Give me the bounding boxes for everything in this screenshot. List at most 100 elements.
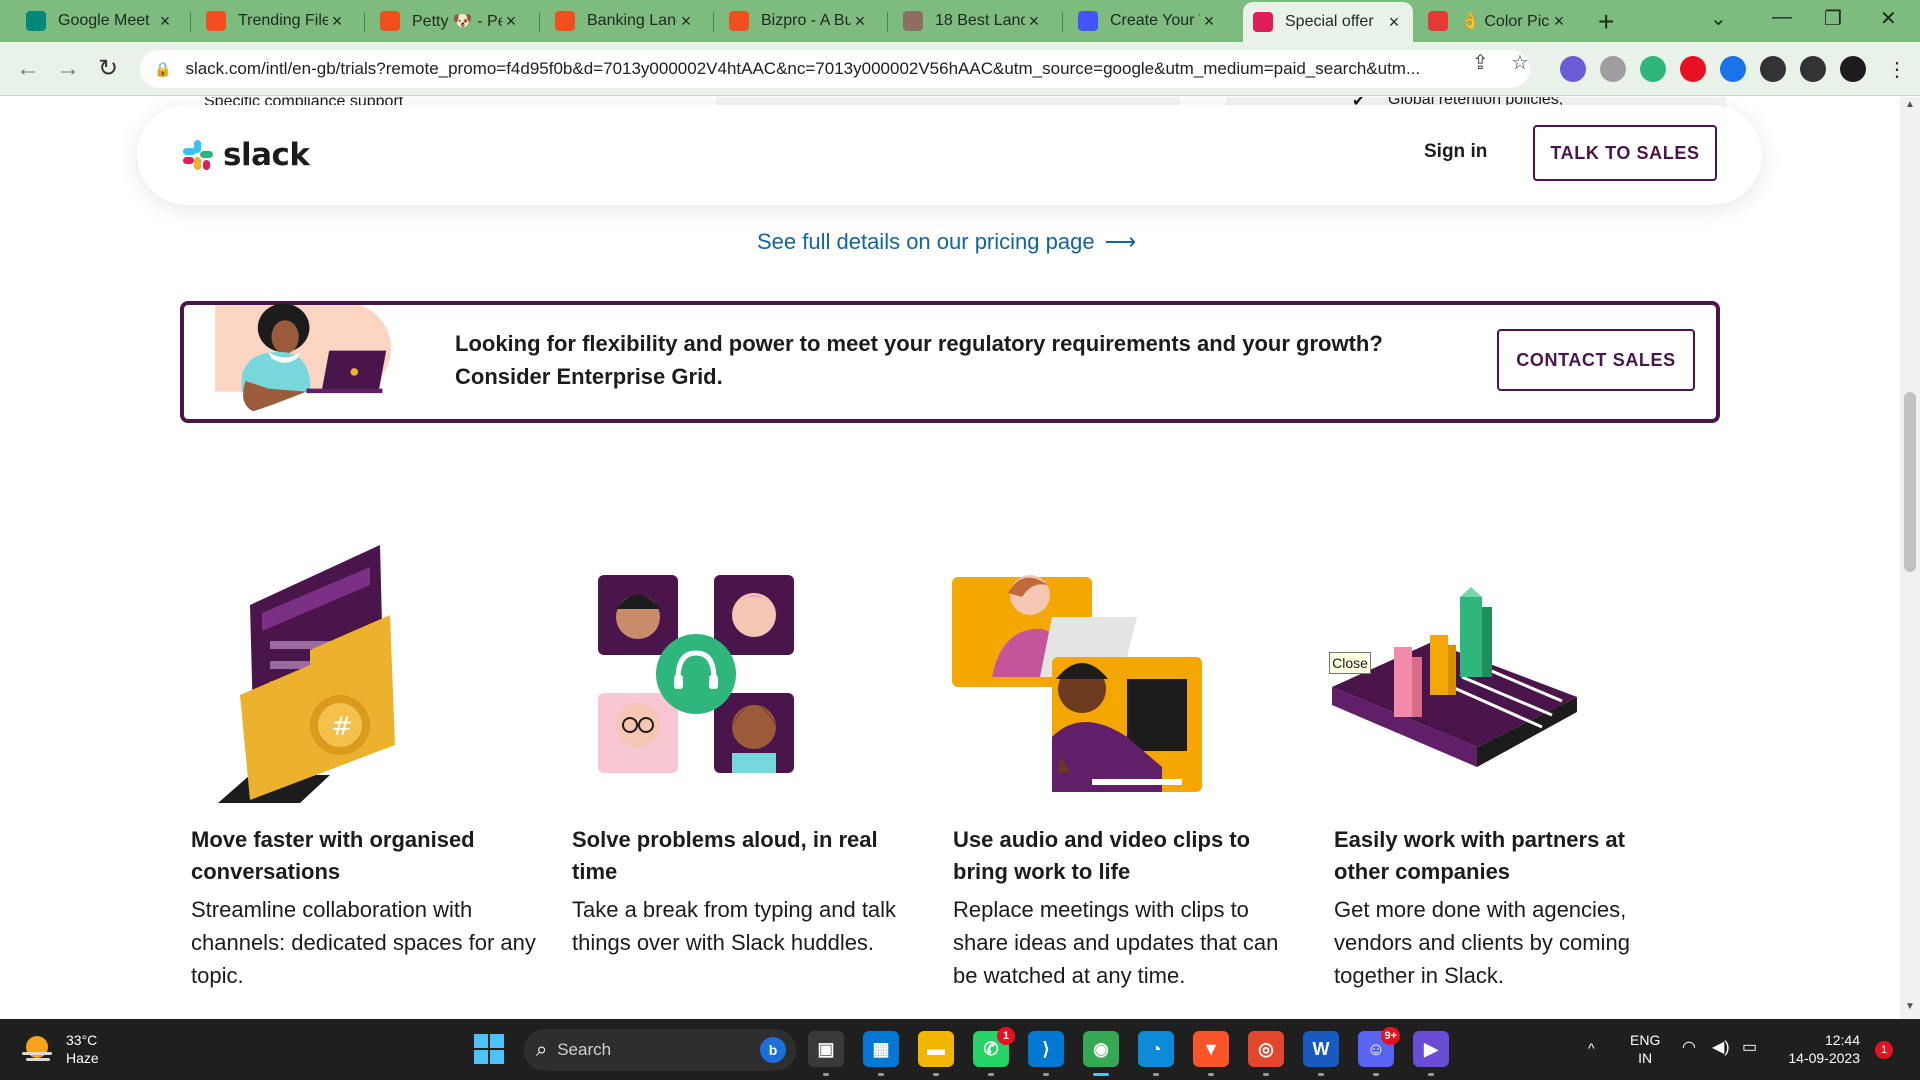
translate-icon[interactable] [1720, 56, 1746, 82]
clock-date: 14-09-2023 [1788, 1050, 1860, 1066]
tab-close-icon[interactable]: × [1025, 11, 1043, 32]
browser-tab[interactable]: Banking Land × [545, 4, 705, 38]
tab-search-button[interactable]: ⌄ [1710, 6, 1727, 31]
browser-tab[interactable]: Bizpro - A Bu × [719, 4, 879, 38]
browser-tab[interactable]: Petty 🐶 - Pe × [370, 4, 530, 38]
tab-close-icon[interactable]: × [502, 11, 520, 32]
slack-logo-icon [183, 140, 213, 170]
tab-close-icon[interactable]: × [1550, 11, 1568, 32]
tab-close-icon[interactable]: × [851, 11, 869, 32]
page-scrollbar[interactable]: ▲ ▼ [1900, 97, 1920, 1019]
address-bar[interactable]: 🔒 slack.com/intl/en-gb/trials?remote_pro… [140, 50, 1530, 88]
slack-logo[interactable]: slack [181, 137, 310, 173]
webflow-icon [1078, 11, 1098, 31]
scrollbar-thumb[interactable] [1904, 392, 1916, 572]
color-picker-icon [1428, 11, 1448, 31]
tab-title: Bizpro - A Bu [761, 12, 851, 29]
profile-avatar[interactable] [1840, 56, 1866, 82]
sidepanel-icon[interactable] [1800, 56, 1826, 82]
chrome-icon[interactable]: ◉ [1083, 1031, 1119, 1067]
app-badge: 9+ [1381, 1027, 1400, 1045]
feature-description: Take a break from typing and talk things… [572, 897, 897, 955]
microsoft-store-icon[interactable]: ▦ [863, 1031, 899, 1067]
brave-icon[interactable]: ▼ [1193, 1031, 1229, 1067]
volume-icon[interactable]: ◀) [1712, 1039, 1730, 1057]
tab-separator [190, 12, 191, 32]
notification-badge[interactable]: 1 [1875, 1041, 1893, 1059]
sign-in-link[interactable]: Sign in [1424, 141, 1487, 163]
minimize-button[interactable]: — [1772, 6, 1792, 29]
region-code: IN [1638, 1050, 1653, 1066]
file-explorer-icon[interactable]: ▬ [918, 1031, 954, 1067]
battery-icon[interactable]: ▭ [1742, 1039, 1757, 1057]
restore-button[interactable]: ❐ [1824, 6, 1842, 31]
running-indicator [1153, 1073, 1159, 1076]
tab-close-icon[interactable]: × [1385, 12, 1403, 33]
slack-icon [1253, 12, 1273, 32]
vscode-icon[interactable]: ⟩ [1028, 1031, 1064, 1067]
feature-title: Easily work with partners at other compa… [1334, 827, 1625, 884]
tab-close-icon[interactable]: × [156, 11, 174, 32]
browser-tab[interactable]: Create Your V × [1068, 4, 1228, 38]
wifi-icon[interactable]: ◠ [1682, 1039, 1696, 1057]
weather-description: Haze [66, 1050, 99, 1066]
browser-tab[interactable]: 👌 Color Pick × [1418, 4, 1578, 38]
clock[interactable]: 12:44 14-09-2023 [1780, 1031, 1860, 1067]
clipchamp-icon[interactable]: ▶ [1413, 1031, 1449, 1067]
language-indicator[interactable]: ENG IN [1630, 1031, 1660, 1067]
show-hidden-icons[interactable]: ^ [1588, 1039, 1595, 1057]
tab-close-icon[interactable]: × [677, 11, 695, 32]
browser-tab[interactable]: Trending Files× [196, 4, 356, 38]
word-icon[interactable]: W [1303, 1031, 1339, 1067]
browser-tab[interactable]: Google Meet × [16, 4, 184, 38]
weather-widget[interactable]: 33°C Haze [20, 1031, 99, 1067]
browser-tab[interactable]: Special offer × [1243, 2, 1413, 42]
edge-icon[interactable]: ◔ [1138, 1031, 1174, 1067]
back-icon[interactable]: ← [12, 53, 44, 85]
tab-close-icon[interactable]: × [1200, 11, 1218, 32]
feature-description: Get more done with agencies, vendors and… [1334, 897, 1630, 988]
share-icon[interactable]: ⇪ [1472, 50, 1489, 75]
tab-separator [539, 12, 540, 32]
scroll-up-icon[interactable]: ▲ [1905, 99, 1915, 110]
running-indicator [1208, 1073, 1214, 1076]
search-icon: ⌕ [536, 1038, 548, 1061]
task-view-icon[interactable]: ▣ [808, 1031, 844, 1067]
screen-recorder-icon[interactable]: ◎ [1248, 1031, 1284, 1067]
new-tab-button[interactable]: + [1598, 6, 1614, 38]
hazy-sun-icon [22, 1036, 52, 1061]
tab-title: Trending Files [238, 12, 328, 29]
windows-start-icon[interactable] [474, 1034, 504, 1064]
bard-icon[interactable] [1560, 56, 1586, 82]
adblock-icon[interactable] [1640, 56, 1666, 82]
running-indicator [1428, 1073, 1434, 1076]
browser-menu-icon[interactable]: ⋮ [1884, 56, 1910, 82]
bing-icon[interactable]: b [760, 1037, 786, 1063]
tab-title: 👌 Color Pick [1460, 13, 1550, 30]
close-window-button[interactable]: ✕ [1880, 6, 1897, 31]
site-header: slack Sign in TALK TO SALES [137, 105, 1762, 205]
tab-close-icon[interactable]: × [328, 11, 346, 32]
feature-title: Solve problems aloud, in real time [572, 827, 878, 884]
taskbar-search[interactable]: ⌕ Search b [524, 1029, 796, 1071]
reload-icon[interactable]: ↻ [92, 53, 124, 85]
url-text[interactable]: slack.com/intl/en-gb/trials?remote_promo… [185, 59, 1465, 79]
tab-title: Create Your V [1110, 12, 1200, 29]
talk-to-sales-button[interactable]: TALK TO SALES [1533, 125, 1717, 181]
forward-icon[interactable]: → [52, 53, 84, 85]
browser-tab[interactable]: 18 Best Landi × [893, 4, 1053, 38]
enterprise-line-2: Consider Enterprise Grid. [455, 364, 723, 389]
notion-icon[interactable] [1600, 56, 1626, 82]
puzzle-icon[interactable] [1760, 56, 1786, 82]
scroll-down-icon[interactable]: ▼ [1905, 1001, 1915, 1012]
weather-temperature: 33°C [66, 1032, 98, 1048]
discord-icon[interactable]: ☺ 9+ [1358, 1027, 1400, 1067]
pricing-page-link[interactable]: See full details on our pricing page ⟶ [757, 229, 1136, 255]
opera-icon[interactable] [1680, 56, 1706, 82]
contact-sales-button[interactable]: CONTACT SALES [1497, 329, 1695, 391]
feature-title: Use audio and video clips to bring work … [953, 827, 1251, 884]
figma-icon [380, 11, 400, 31]
bookmark-star-icon[interactable]: ☆ [1511, 50, 1529, 75]
page-viewport: Specific compliance support ✔ Global ret… [0, 97, 1900, 1019]
whatsapp-icon[interactable]: ✆ 1 [973, 1027, 1015, 1067]
